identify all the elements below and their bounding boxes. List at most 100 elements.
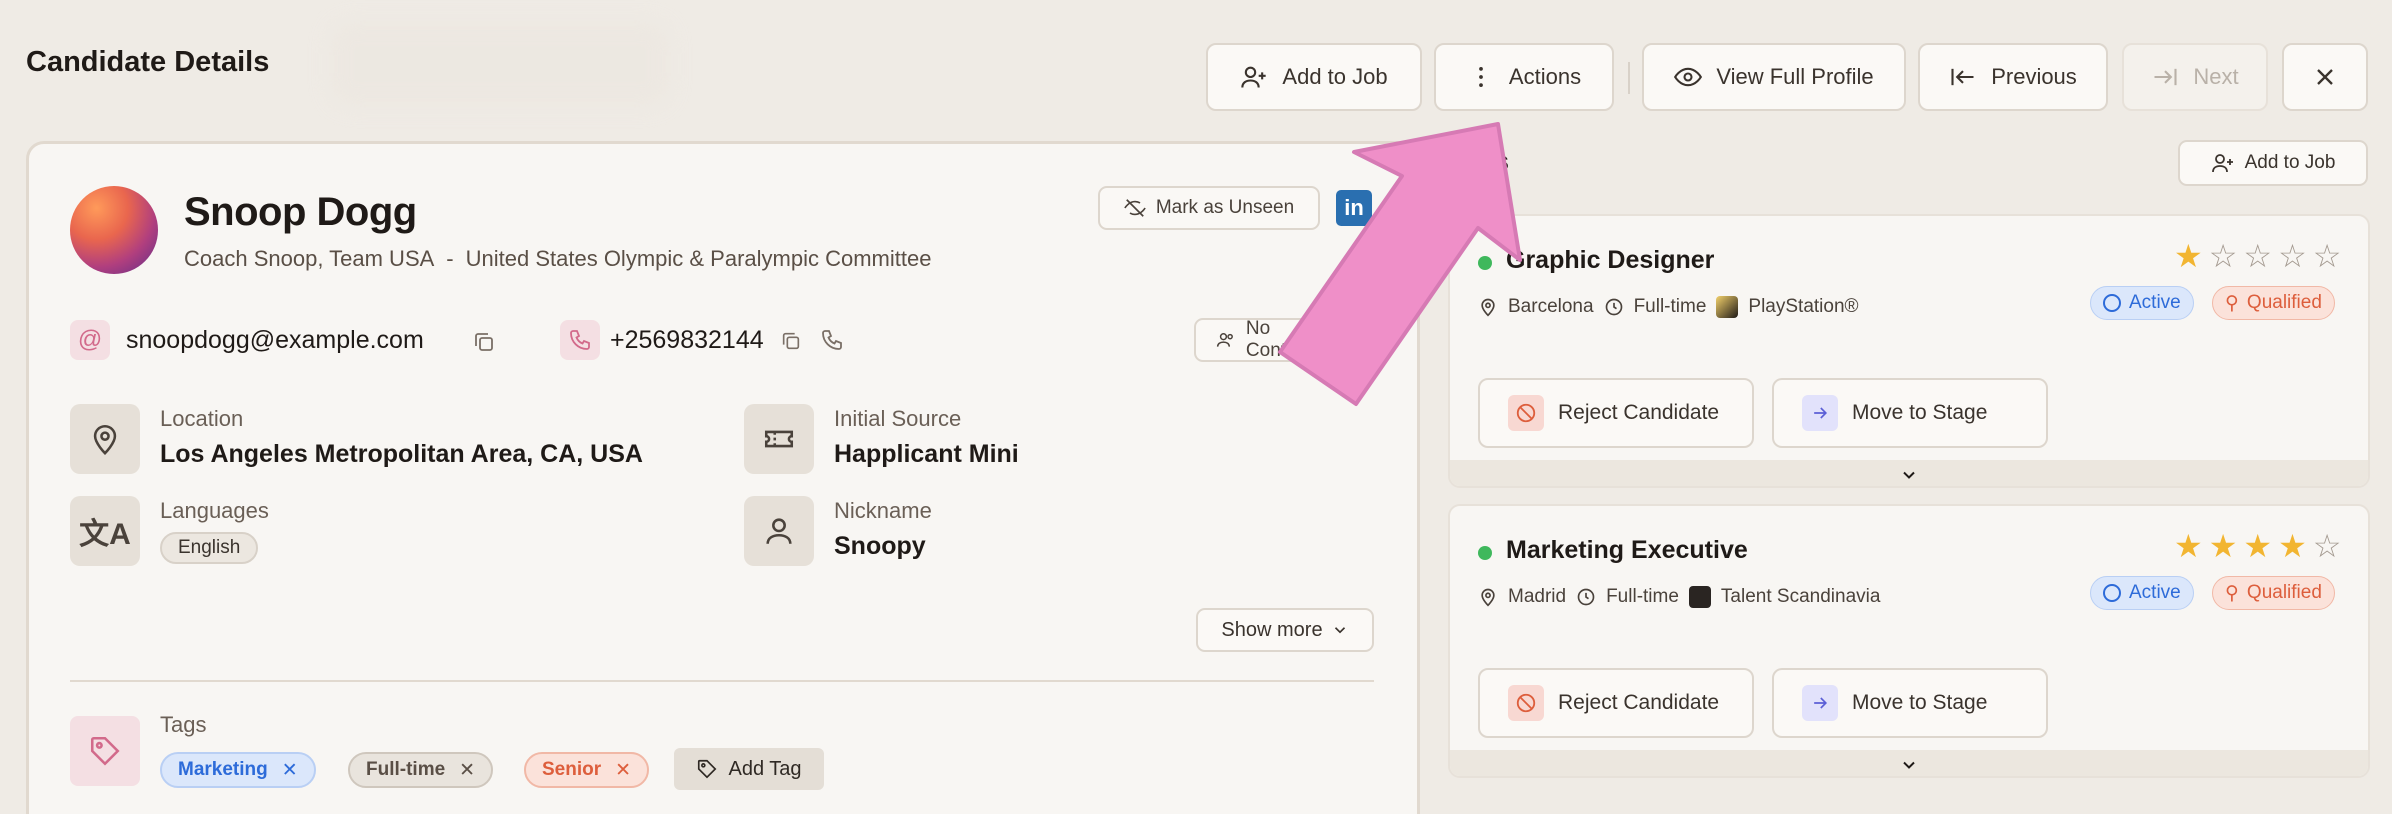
add-to-job-secondary-button[interactable]: Add to Job xyxy=(2178,140,2368,186)
job-title[interactable]: Graphic Designer xyxy=(1506,246,1714,275)
tag-marketing: Marketing ✕ xyxy=(160,752,316,788)
chevron-down-icon xyxy=(1334,627,1345,634)
mark-as-unseen-label: Mark as Unseen xyxy=(1155,197,1295,218)
section-divider xyxy=(70,680,1374,682)
actions-label: Actions xyxy=(1508,64,1582,89)
show-more-label: Show more xyxy=(1221,618,1323,641)
call-icon[interactable] xyxy=(820,328,844,352)
move-to-stage-button[interactable]: Move to Stage xyxy=(1772,378,2048,448)
job-location: Madrid xyxy=(1508,586,1567,607)
eye-icon xyxy=(1674,67,1703,87)
stamp-icon: ⚲ xyxy=(2225,292,2239,314)
close-button[interactable] xyxy=(2282,43,2368,111)
location-label: Location xyxy=(160,406,244,431)
actions-button[interactable]: Actions xyxy=(1434,43,1614,111)
source-value: Happlicant Mini xyxy=(834,440,1019,468)
star-empty-icon[interactable]: ☆ xyxy=(2313,240,2342,272)
clock-icon xyxy=(1605,298,1622,316)
clock-icon xyxy=(1577,588,1595,606)
chevron-down-icon xyxy=(1903,761,1915,769)
tags-label: Tags xyxy=(160,712,207,737)
mark-as-unseen-button[interactable]: Mark as Unseen xyxy=(1098,186,1320,230)
remove-tag-icon[interactable]: ✕ xyxy=(459,759,475,782)
star-empty-icon[interactable]: ☆ xyxy=(2278,240,2307,272)
status-label: Active xyxy=(2129,292,2181,313)
previous-button[interactable]: Previous xyxy=(1918,43,2108,111)
page-title: Candidate Details xyxy=(26,46,270,78)
job-location: Barcelona xyxy=(1508,296,1594,317)
rating-stars[interactable]: ★ ☆ ☆ ☆ ☆ xyxy=(2174,240,2341,272)
add-to-job-button[interactable]: Add to Job xyxy=(1206,43,1422,111)
nickname-label: Nickname xyxy=(834,498,932,523)
candidate-subtitle: Coach Snoop, Team USA - United States Ol… xyxy=(184,246,931,272)
next-label: Next xyxy=(2193,64,2239,89)
add-tag-button[interactable]: Add Tag xyxy=(674,748,824,790)
job-status-dot xyxy=(1478,256,1492,270)
tag-label: Full-time xyxy=(366,759,446,780)
job-meta: Barcelona Full-time PlayStation® xyxy=(1478,296,1859,318)
tag-senior: Senior ✕ xyxy=(524,752,650,788)
job-title[interactable]: Marketing Executive xyxy=(1506,536,1748,565)
close-icon xyxy=(2317,69,2333,85)
tag-full-time: Full-time ✕ xyxy=(348,752,494,788)
phone-icon xyxy=(560,320,600,360)
users-icon xyxy=(1216,333,1233,347)
star-filled-icon[interactable]: ★ xyxy=(2278,530,2307,562)
location-pin-icon xyxy=(1481,588,1495,607)
ticket-icon xyxy=(744,404,814,474)
stage-label: Qualified xyxy=(2246,292,2322,313)
user-icon xyxy=(744,496,814,566)
job-company: PlayStation® xyxy=(1748,296,1859,317)
nickname-value: Snoopy xyxy=(834,532,926,560)
avatar xyxy=(70,186,158,274)
star-empty-icon[interactable]: ☆ xyxy=(2313,530,2342,562)
arrow-left-to-line-icon xyxy=(1951,68,1974,86)
star-filled-icon[interactable]: ★ xyxy=(2243,530,2272,562)
remove-tag-icon[interactable]: ✕ xyxy=(282,759,298,782)
copy-phone-icon[interactable] xyxy=(780,330,802,352)
stage-badge: ⚲ Qualified xyxy=(2212,286,2335,320)
tag-label: Marketing xyxy=(178,759,268,780)
more-vertical-icon xyxy=(1479,66,1483,88)
status-label: Active xyxy=(2129,582,2181,603)
reject-candidate-button[interactable]: Reject Candidate xyxy=(1478,378,1754,448)
active-circle-icon xyxy=(2103,584,2121,602)
star-empty-icon[interactable]: ☆ xyxy=(2243,240,2272,272)
move-label: Move to Stage xyxy=(1852,691,1988,714)
subtitle-separator: - xyxy=(446,246,454,271)
source-label: Initial Source xyxy=(834,406,962,431)
toolbar-divider xyxy=(1628,62,1630,94)
move-to-stage-button[interactable]: Move to Stage xyxy=(1772,668,2048,738)
linkedin-icon[interactable]: in xyxy=(1336,190,1372,226)
star-filled-icon[interactable]: ★ xyxy=(2209,530,2238,562)
view-full-profile-button[interactable]: View Full Profile xyxy=(1642,43,1906,111)
company-logo xyxy=(1716,296,1739,318)
remove-tag-icon[interactable]: ✕ xyxy=(615,759,631,782)
show-more-button[interactable]: Show more xyxy=(1196,608,1374,652)
next-button[interactable]: Next xyxy=(2122,43,2268,111)
status-badge: Active xyxy=(2090,576,2194,610)
job-type: Full-time xyxy=(1633,296,1707,317)
location-value: Los Angeles Metropolitan Area, CA, USA xyxy=(160,440,643,468)
reject-candidate-button[interactable]: Reject Candidate xyxy=(1478,668,1754,738)
copy-email-icon[interactable] xyxy=(472,330,496,354)
language-pill: English xyxy=(160,532,259,564)
expand-job-toggle[interactable] xyxy=(1450,750,2368,776)
translate-icon: 文A xyxy=(70,496,140,566)
reject-label: Reject Candidate xyxy=(1558,691,1720,714)
chevron-down-icon xyxy=(1903,471,1915,479)
candidate-name: Snoop Dogg xyxy=(184,190,417,234)
add-to-job-label: Add to Job xyxy=(1282,64,1388,89)
stage-badge: ⚲ Qualified xyxy=(2212,576,2335,610)
tag-label: Senior xyxy=(542,759,602,780)
rating-stars[interactable]: ★ ★ ★ ★ ☆ xyxy=(2174,530,2341,562)
star-filled-icon[interactable]: ★ xyxy=(2174,240,2203,272)
arrow-right-icon xyxy=(1802,685,1838,721)
expand-job-toggle[interactable] xyxy=(1450,460,2368,486)
background-blur xyxy=(330,22,670,106)
candidate-organization: United States Olympic & Paralympic Commi… xyxy=(465,246,932,271)
no-contact-button[interactable]: No Contact xyxy=(1194,318,1334,362)
star-filled-icon[interactable]: ★ xyxy=(2174,530,2203,562)
star-empty-icon[interactable]: ☆ xyxy=(2209,240,2238,272)
job-card: Marketing Executive Madrid Full-time Tal… xyxy=(1448,504,2370,778)
